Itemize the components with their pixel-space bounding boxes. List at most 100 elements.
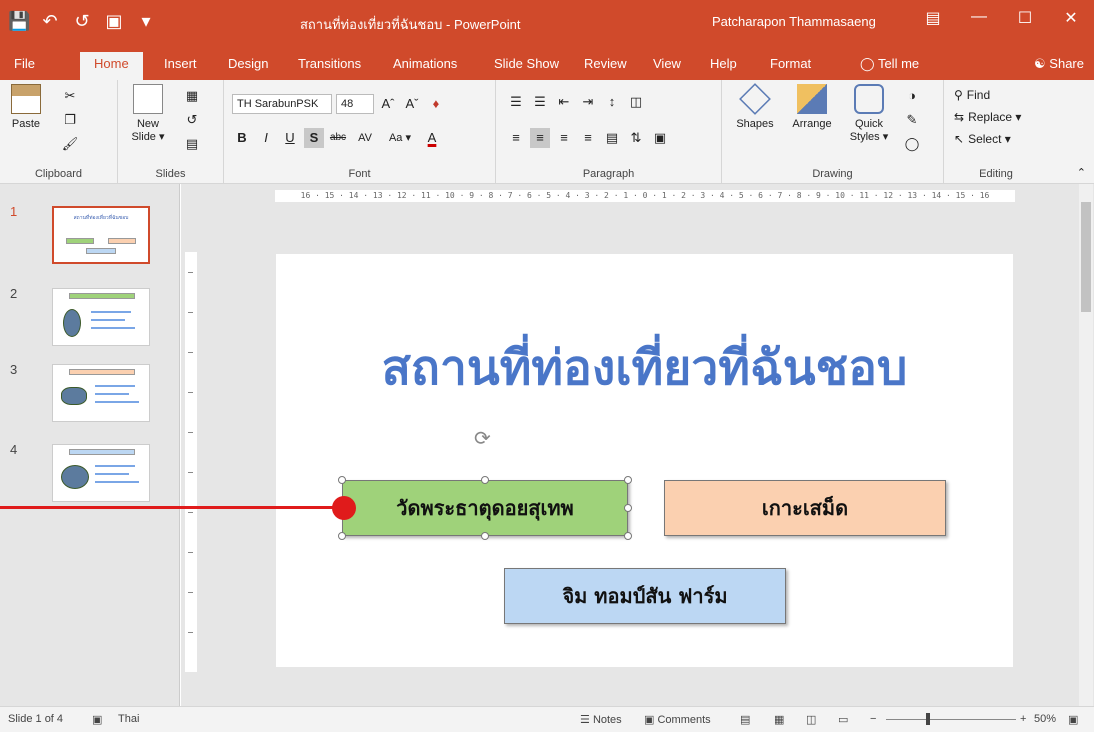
ribbon-display-icon[interactable]: ▤ (910, 8, 956, 28)
align-left-icon[interactable]: ≡ (506, 128, 526, 148)
resize-handle[interactable] (338, 532, 346, 540)
quick-styles-button[interactable]: Quick Styles ▾ (844, 84, 894, 144)
resize-handle[interactable] (481, 476, 489, 484)
underline-icon[interactable]: U (280, 128, 300, 148)
distributed-icon[interactable]: ▤ (602, 128, 622, 148)
slide-canvas[interactable]: สถานที่ท่องเที่ยวที่ฉันชอบ ⟳ วัดพระธาตุด… (276, 254, 1013, 667)
font-size-select[interactable]: 48 (336, 94, 374, 114)
rotate-handle-icon[interactable]: ⟳ (474, 426, 491, 451)
shape-effects-button[interactable]: ◯ (902, 134, 922, 154)
columns-icon[interactable]: ◫ (626, 92, 646, 112)
justify-icon[interactable]: ≡ (578, 128, 598, 148)
align-right-icon[interactable]: ≡ (554, 128, 574, 148)
scrollbar-thumb[interactable] (1081, 202, 1091, 312)
slide-thumbnail-4[interactable] (52, 444, 150, 502)
tab-format[interactable]: Format (770, 54, 811, 74)
tab-animations[interactable]: Animations (393, 54, 457, 74)
grow-font-icon[interactable]: Aˆ (378, 94, 398, 114)
text-shadow-icon[interactable]: S (304, 128, 324, 148)
character-spacing-icon[interactable]: AV (352, 128, 378, 148)
replace-button[interactable]: ⇆ Replace ▾ (954, 110, 1021, 124)
italic-icon[interactable]: I (256, 128, 276, 148)
resize-handle[interactable] (624, 532, 632, 540)
share-button[interactable]: ☯ Share (1034, 56, 1084, 72)
resize-handle[interactable] (481, 532, 489, 540)
smartart-icon[interactable]: ▣ (650, 128, 670, 148)
redo-icon[interactable]: ↺ (72, 10, 92, 32)
new-slide-button[interactable]: New Slide ▾ (124, 84, 172, 144)
vertical-scrollbar[interactable] (1079, 184, 1093, 706)
clear-formatting-icon[interactable]: ♦ (426, 94, 446, 114)
save-icon[interactable]: 💾 (8, 10, 30, 32)
textbox-jim-thompson-farm[interactable]: จิม ทอมป์สัน ฟาร์ม (504, 568, 786, 624)
present-icon[interactable]: ▣ (104, 10, 124, 32)
maximize-icon[interactable]: ☐ (1002, 8, 1048, 28)
bold-icon[interactable]: B (232, 128, 252, 148)
tab-help[interactable]: Help (710, 54, 737, 74)
layout-button[interactable]: ▦ (182, 86, 202, 106)
tab-review[interactable]: Review (584, 54, 627, 74)
arrange-button[interactable]: Arrange (784, 84, 840, 131)
slide-sorter-icon[interactable]: ▦ (774, 713, 784, 726)
bullets-icon[interactable]: ☰ (506, 92, 526, 112)
spellcheck-icon[interactable]: ▣ (92, 713, 102, 726)
language-indicator[interactable]: Thai (118, 713, 139, 725)
copy-button[interactable]: ❐ (60, 110, 80, 130)
slide-thumbnail-1[interactable]: สถานที่ท่องเที่ยวที่ฉันชอบ (52, 206, 150, 264)
shrink-font-icon[interactable]: Aˇ (402, 94, 422, 114)
resize-handle[interactable] (338, 476, 346, 484)
text-direction-icon[interactable]: ⇅ (626, 128, 646, 148)
select-button[interactable]: ↖ Select ▾ (954, 132, 1011, 146)
slide-title[interactable]: สถานที่ท่องเที่ยวที่ฉันชอบ (276, 330, 1013, 406)
tab-slide-show[interactable]: Slide Show (494, 54, 559, 74)
tell-me-search[interactable]: ◯ Tell me (860, 54, 919, 74)
shapes-button[interactable]: Shapes (730, 83, 780, 131)
font-color-icon[interactable]: A (422, 128, 442, 148)
comments-button[interactable]: ▣ Comments (644, 713, 711, 726)
undo-icon[interactable]: ↶ (40, 10, 60, 32)
tab-home[interactable]: Home (80, 52, 143, 80)
resize-handle[interactable] (624, 476, 632, 484)
slide-thumbnail-3[interactable] (52, 364, 150, 422)
close-icon[interactable]: ✕ (1048, 8, 1094, 28)
zoom-slider-thumb[interactable] (926, 713, 930, 725)
increase-indent-icon[interactable]: ⇥ (578, 92, 598, 112)
find-button[interactable]: ⚲ Find (954, 88, 990, 102)
cut-button[interactable]: ✂ (60, 86, 80, 106)
tab-design[interactable]: Design (228, 54, 268, 74)
normal-view-icon[interactable]: ▤ (740, 713, 750, 726)
user-name[interactable]: Patcharapon Thammasaeng (712, 14, 876, 29)
shape-fill-button[interactable]: ◑ (902, 86, 922, 106)
strikethrough-icon[interactable]: abc (328, 128, 348, 148)
zoom-slider[interactable] (886, 719, 1016, 720)
tab-view[interactable]: View (653, 54, 681, 74)
font-name-select[interactable]: TH SarabunPSK (232, 94, 332, 114)
decrease-indent-icon[interactable]: ⇤ (554, 92, 574, 112)
tab-insert[interactable]: Insert (164, 54, 197, 74)
zoom-out-icon[interactable]: − (870, 713, 876, 725)
slide-thumbnail-2[interactable] (52, 288, 150, 346)
zoom-in-icon[interactable]: + (1020, 713, 1026, 725)
zoom-level[interactable]: 50% (1034, 713, 1056, 725)
textbox-doi-suthep[interactable]: วัดพระธาตุดอยสุเทพ (342, 480, 628, 536)
align-center-icon[interactable]: ≡ (530, 128, 550, 148)
line-spacing-icon[interactable]: ↕ (602, 92, 622, 112)
customize-icon[interactable]: ▾ (136, 10, 156, 32)
fit-slide-icon[interactable]: ▣ (1068, 713, 1078, 726)
resize-handle[interactable] (624, 504, 632, 512)
tab-transitions[interactable]: Transitions (298, 54, 361, 74)
minimize-icon[interactable]: — (956, 8, 1002, 28)
section-button[interactable]: ▤ (182, 134, 202, 154)
shape-outline-button[interactable]: ✎ (902, 110, 922, 130)
notes-button[interactable]: ☰ Notes (580, 713, 622, 726)
tab-file[interactable]: File (14, 54, 35, 74)
collapse-ribbon-icon[interactable]: ⌃ (1077, 166, 1086, 179)
textbox-koh-samet[interactable]: เกาะเสม็ด (664, 480, 946, 536)
paste-button[interactable]: Paste (6, 84, 46, 131)
slideshow-view-icon[interactable]: ▭ (838, 713, 848, 726)
reset-button[interactable]: ↺ (182, 110, 202, 130)
change-case-button[interactable]: Aa ▾ (382, 128, 418, 148)
reading-view-icon[interactable]: ◫ (806, 713, 816, 726)
numbering-icon[interactable]: ☰ (530, 92, 550, 112)
format-painter-button[interactable]: 🖌 (60, 134, 80, 154)
